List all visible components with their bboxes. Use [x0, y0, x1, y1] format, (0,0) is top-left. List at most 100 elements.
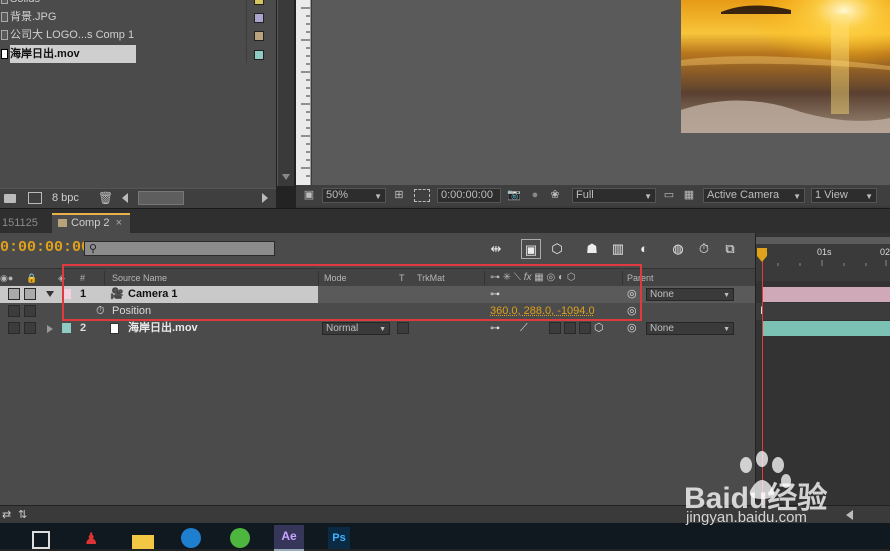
- graph-editor-icon[interactable]: ⧉: [720, 239, 740, 259]
- viewer-canvas[interactable]: [312, 0, 890, 185]
- draft-3d-icon[interactable]: ⬡: [547, 239, 567, 259]
- browser-icon[interactable]: [230, 528, 250, 548]
- channel-rgb-icon[interactable]: ❀: [548, 189, 562, 202]
- lock-icon[interactable]: 🔒: [26, 269, 37, 287]
- live-update-icon[interactable]: ▣: [521, 239, 541, 259]
- comp-mini-flowchart-icon[interactable]: ⇹: [486, 239, 506, 259]
- parent-dropdown-layer-1[interactable]: None ▼: [646, 288, 734, 301]
- project-item-bg-jpg[interactable]: 背景.JPG: [0, 8, 276, 26]
- label-color-swatch[interactable]: [254, 31, 264, 41]
- lock-toggle[interactable]: [24, 288, 36, 300]
- tab-comp-2[interactable]: Comp 2 ×: [52, 213, 130, 234]
- hide-shy-layers-icon[interactable]: ☗: [582, 239, 602, 259]
- search-icon: ⚲: [89, 242, 97, 255]
- photoshop-taskbar-button[interactable]: Ps: [328, 527, 350, 549]
- layer-name[interactable]: 海岸日出.mov: [128, 320, 198, 337]
- layer-search-input[interactable]: ⚲: [84, 241, 275, 256]
- frame-blending-icon[interactable]: ▥: [608, 239, 628, 259]
- av-features-icon[interactable]: ◉●: [0, 269, 13, 287]
- zoom-value: 50%: [326, 189, 348, 201]
- project-item-logo-comp[interactable]: 公司大 LOGO...s Comp 1: [0, 26, 276, 44]
- chevron-down-icon: ▼: [723, 290, 730, 301]
- camera-view-dropdown[interactable]: Active Camera ▼: [703, 188, 805, 203]
- work-area-bar[interactable]: [756, 237, 890, 244]
- toggle-switches-icon[interactable]: ⇄: [2, 508, 11, 521]
- shy-switch-icon[interactable]: ⊶: [490, 320, 500, 337]
- horizontal-scroll-thumb[interactable]: [138, 191, 184, 205]
- safe-zones-icon[interactable]: ⊞: [392, 189, 406, 202]
- motion-blur-icon[interactable]: ◐: [634, 239, 654, 259]
- toggle-modes-icon[interactable]: ⇅: [18, 508, 27, 521]
- parent-value: None: [650, 289, 674, 300]
- label-color-swatch[interactable]: [254, 13, 264, 23]
- zoom-dropdown[interactable]: 50% ▼: [322, 188, 386, 203]
- always-preview-icon[interactable]: ▣: [302, 189, 316, 202]
- trash-icon[interactable]: 🗑: [98, 191, 113, 205]
- brainstorm-icon[interactable]: ◍: [668, 239, 688, 259]
- pick-whip-icon[interactable]: ◎: [627, 320, 637, 337]
- view-layout-dropdown[interactable]: 1 View ▼: [811, 188, 877, 203]
- chevron-down-icon: ▼: [793, 190, 801, 203]
- quality-switch-icon[interactable]: ⟋: [520, 320, 528, 337]
- project-footer: 8 bpc 🗑: [0, 188, 276, 209]
- playhead-icon[interactable]: [757, 248, 767, 262]
- video-toggle[interactable]: [8, 322, 20, 334]
- app-mascot-icon[interactable]: ♟: [84, 529, 106, 549]
- fx-switch[interactable]: [549, 322, 561, 334]
- frame-blend-switch[interactable]: [564, 322, 576, 334]
- motion-blur-switch[interactable]: [579, 322, 591, 334]
- timeline-timecode[interactable]: 0:00:00:00: [0, 239, 90, 256]
- show-snapshot-icon[interactable]: ●: [528, 189, 542, 202]
- lock-toggle[interactable]: [24, 322, 36, 334]
- baidu-jingyan-watermark: Baidu经验 jingyan.baidu.com: [680, 451, 880, 531]
- project-panel: Solids 背景.JPG 公司大 LOGO...s Comp 1 海岸日出.m…: [0, 0, 276, 208]
- new-folder-icon[interactable]: [4, 194, 16, 203]
- new-composition-icon[interactable]: [28, 192, 42, 204]
- lock-toggle[interactable]: [24, 305, 36, 317]
- scroll-left-icon[interactable]: [122, 193, 128, 203]
- resolution-dropdown[interactable]: Full ▼: [572, 188, 656, 203]
- current-time-field[interactable]: 0:00:00:00: [437, 188, 501, 203]
- vertical-ruler: [296, 0, 311, 185]
- tab-151125[interactable]: 151125: [2, 213, 38, 233]
- view-layout-value: 1 View: [815, 189, 848, 201]
- project-scrollbar[interactable]: [277, 0, 294, 186]
- project-item-label: Solids: [10, 0, 40, 8]
- label-color-swatch[interactable]: [254, 50, 264, 60]
- media-player-icon[interactable]: [181, 528, 201, 548]
- time-ruler[interactable]: 0s 01s 02: [756, 244, 890, 281]
- layer-row-coast-sunrise-mov[interactable]: 2 海岸日出.mov Normal ▼ ⊶ ⟋ ⬡ ◎ None ▼: [0, 320, 755, 337]
- project-item-coast-sunrise-mov[interactable]: 海岸日出.mov: [0, 45, 276, 63]
- label-color-swatch[interactable]: [254, 0, 264, 5]
- resolution-value: Full: [576, 189, 594, 201]
- layer-label-color[interactable]: [62, 323, 71, 333]
- transparency-grid-icon[interactable]: ▦: [682, 189, 696, 202]
- annotation-highlight-box: [62, 264, 642, 321]
- close-tab-icon[interactable]: ×: [116, 217, 122, 229]
- video-toggle[interactable]: [8, 288, 20, 300]
- scroll-down-icon[interactable]: [282, 174, 290, 180]
- parent-value: None: [650, 323, 674, 334]
- preserve-transparency-toggle[interactable]: [397, 322, 409, 334]
- region-of-interest-icon[interactable]: [414, 189, 430, 202]
- region-toggle-icon[interactable]: ▭: [662, 189, 676, 202]
- task-view-icon[interactable]: [32, 531, 50, 549]
- collapse-triangle-icon[interactable]: [46, 291, 54, 297]
- scroll-right-icon[interactable]: [262, 193, 268, 203]
- sunrise-footage-preview: [681, 0, 890, 133]
- expand-triangle-icon[interactable]: [47, 325, 53, 333]
- blend-mode-dropdown[interactable]: Normal ▼: [322, 322, 390, 335]
- tab-label: Comp 2: [71, 217, 110, 229]
- snapshot-camera-icon[interactable]: 📷: [507, 189, 521, 202]
- layer-bar-coast-sunrise[interactable]: [763, 321, 890, 336]
- auto-keyframe-icon[interactable]: ⏱: [694, 239, 714, 259]
- chevron-down-icon: ▼: [723, 324, 730, 335]
- after-effects-taskbar-button[interactable]: Ae: [274, 525, 304, 551]
- layer-bar-camera-1[interactable]: [763, 287, 890, 302]
- project-item-solids[interactable]: Solids: [0, 0, 276, 8]
- video-toggle[interactable]: [8, 305, 20, 317]
- parent-dropdown-layer-2[interactable]: None ▼: [646, 322, 734, 335]
- 3d-layer-icon[interactable]: ⬡: [594, 320, 604, 337]
- file-explorer-icon[interactable]: [132, 535, 154, 549]
- bit-depth-button[interactable]: 8 bpc: [52, 192, 79, 204]
